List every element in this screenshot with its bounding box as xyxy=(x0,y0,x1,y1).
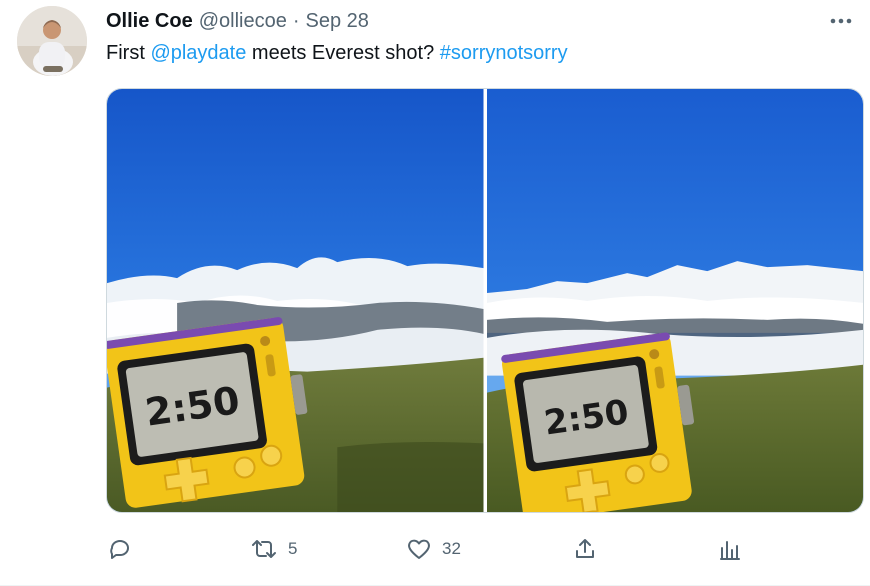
tweet-text: First @playdate meets Everest shot? #sor… xyxy=(106,42,568,65)
like-button[interactable]: 32 xyxy=(406,534,461,564)
share-icon xyxy=(576,539,594,558)
hashtag-link[interactable]: #sorrynotsorry xyxy=(440,42,568,64)
like-count: 32 xyxy=(442,539,461,558)
mention-link[interactable]: @playdate xyxy=(150,42,246,64)
retweet-button[interactable]: 5 xyxy=(250,534,297,564)
photo-1[interactable]: 2:50 xyxy=(107,89,484,512)
reply-icon xyxy=(110,540,129,559)
share-button[interactable] xyxy=(573,534,597,564)
retweet-icon xyxy=(252,540,276,558)
tweet-date[interactable]: Sep 28 xyxy=(306,10,369,33)
tweet-text-prefix: First xyxy=(106,42,151,64)
author-handle[interactable]: @olliecoe xyxy=(199,10,287,33)
retweet-count: 5 xyxy=(288,539,298,558)
media-grid: 2:50 2:50 xyxy=(106,88,864,513)
photo-2[interactable]: 2:50 xyxy=(486,89,863,512)
tweet-actions: 5 32 xyxy=(106,534,746,564)
tweet-text-middle: meets Everest shot? xyxy=(246,42,440,64)
more-icon xyxy=(830,18,852,24)
author-name[interactable]: Ollie Coe xyxy=(106,10,193,33)
header-separator: · xyxy=(292,9,300,32)
more-options-button[interactable] xyxy=(826,8,856,34)
analytics-icon xyxy=(720,541,740,560)
analytics-button[interactable] xyxy=(718,534,742,564)
heart-icon xyxy=(408,539,430,559)
tweet-header: Ollie Coe @olliecoe · Sep 28 xyxy=(106,9,369,33)
reply-button[interactable] xyxy=(108,534,132,564)
avatar[interactable] xyxy=(17,6,87,76)
